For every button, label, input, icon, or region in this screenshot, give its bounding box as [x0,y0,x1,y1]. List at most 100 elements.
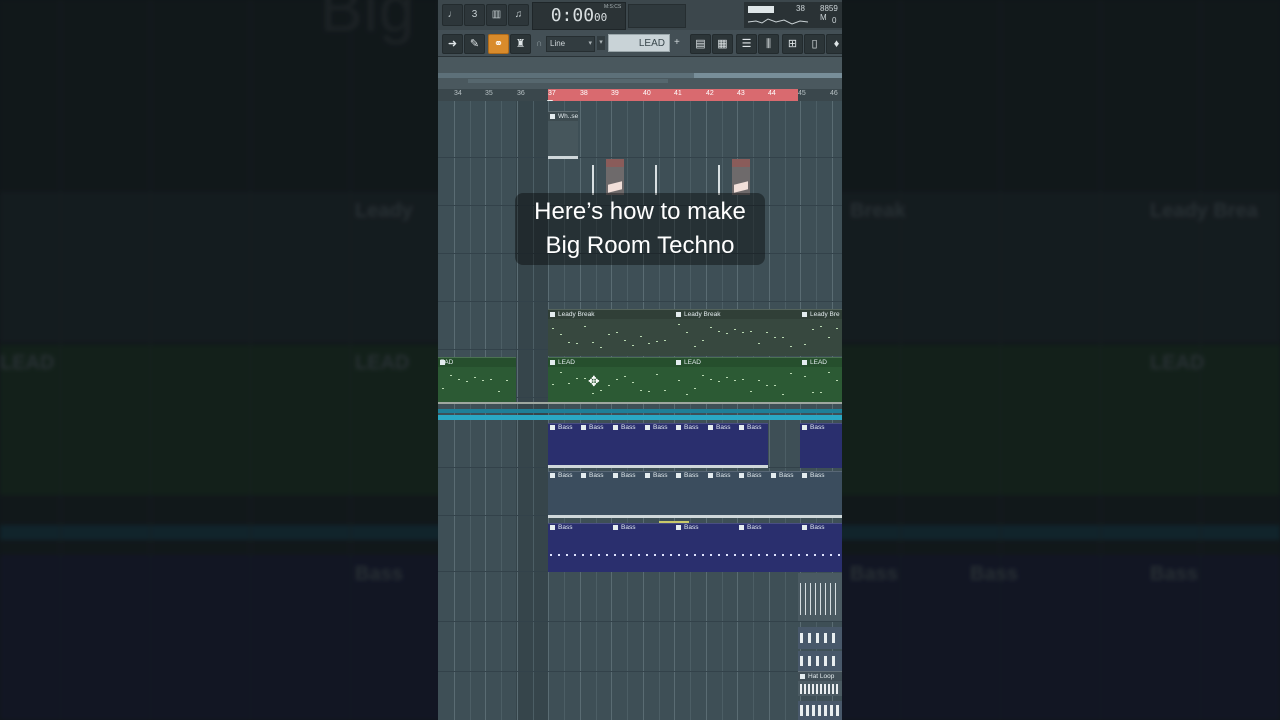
clip-lead[interactable]: LEAD [548,357,674,402]
note-mark [482,380,484,381]
automation-line [592,165,594,195]
note-mark [640,336,642,337]
note-mark [718,331,720,332]
note-mark [790,373,792,374]
bass-row2-labels: Bass Bass Bass Bass Bass Bass Bass Bass … [548,471,842,481]
clip-whitenoise[interactable]: Wh..se [548,111,578,159]
bass-row3-labels: Bass Bass Bass Bass Bass [548,523,842,533]
clip-hat-loop[interactable]: Hat Loop [798,671,842,696]
clip-snare[interactable] [798,651,842,671]
clip-cymbal[interactable] [798,573,842,621]
clip-perc[interactable] [798,701,842,720]
clip-label: Bass [706,423,736,432]
note-mark [568,383,570,384]
clip-leady-break[interactable]: Leady Break [674,309,800,356]
clip-fx[interactable] [606,159,624,195]
note-mark [624,376,626,377]
ruler-tick: 38 [580,90,588,97]
clip-label: Bass [674,471,704,480]
playlist-toolbar: ➜ ✎ ⚭ ♜ ∩ Line ▾ LEAD + ▤ ▦ ☰ ⫼ ⊞ ▯ ♦ [438,30,842,57]
note-mark [450,375,452,376]
note-mark [774,337,776,338]
add-pattern-button[interactable]: + [674,36,684,50]
clip-leady-break[interactable]: Leady Break [548,309,674,356]
note-mark [726,377,728,378]
pattern-selector[interactable]: LEAD [608,34,670,52]
clip-label: Leady Break [548,310,674,319]
clip-notes [674,320,800,356]
countdown-icon[interactable]: 3 [464,4,485,26]
clip-label: Bass [579,423,609,432]
clip-leady-break[interactable]: Leady Bre [800,309,842,356]
clip-label: Bass [548,523,578,532]
note-mark [592,342,594,343]
snap-selector[interactable]: Line [546,36,595,52]
track-separator [438,402,842,404]
clip-notes [548,368,674,402]
browser-icon[interactable]: ⊞ [782,34,803,54]
mixer-icon[interactable]: ⫼ [758,34,779,54]
playlist-icon[interactable]: ▤ [690,34,711,54]
step-edit-icon[interactable]: ▥ [486,4,507,26]
clip-lead[interactable]: LEAD [800,357,842,402]
playlist-overview[interactable] [438,57,842,89]
draw-tool-icon[interactable]: ✎ [464,34,485,54]
note-mark [718,381,720,382]
channel-rack-icon[interactable]: ☰ [736,34,757,54]
clip-fx[interactable] [732,159,750,195]
note-mark [774,385,776,386]
note-mark [686,332,688,333]
note-mark [820,392,822,393]
project-icon[interactable]: ▯ [804,34,825,54]
note-mark [750,391,752,392]
note-mark [608,334,610,335]
note-mark [828,372,830,373]
pattern-dropdown-icon[interactable]: ▾ [597,36,605,50]
note-mark [804,344,806,345]
plugin-icon[interactable]: ♦ [826,34,842,54]
ruler-tick: 36 [517,90,525,97]
metronome-icon[interactable]: ♩ [442,4,463,26]
stamp-icon[interactable]: ♜ [510,34,531,54]
clip-label: Bass [643,423,673,432]
clip-lead[interactable]: LEAD [674,357,800,402]
note-mark [702,375,704,376]
note-mark [490,379,492,380]
fl-studio-window: ♩ 3 ▥ ♫ 0:0000 M:S:CS 38 8859 M 0 ➜ ✎ ⚭ … [438,0,842,720]
note-mark [664,340,666,341]
link-icon[interactable]: ⚭ [488,34,509,54]
note-mark [560,372,562,373]
note-mark [766,385,768,386]
arrow-icon[interactable]: ➜ [442,34,463,54]
clip-label: LEAD [800,358,842,367]
note-mark [474,377,476,378]
move-cursor-icon: ✥ [588,373,600,389]
clip-label: Bass [737,423,767,432]
note-mark [632,345,634,346]
note-mark [812,329,814,330]
note-mark [616,332,618,333]
note-mark [648,391,650,392]
clip-label: Bass [706,471,736,480]
note-mark [758,380,760,381]
video-caption: Here’s how to make Big Room Techno [515,193,765,265]
clip-lead[interactable]: EAD [438,357,516,402]
clip-label: Bass [548,471,578,480]
ruler-tick: 41 [674,90,682,97]
memory-value: 8859 M [820,4,838,22]
clip-label: EAD [438,358,516,367]
note-mark [812,392,814,393]
automation-line [718,165,720,195]
note-mark [804,376,806,377]
screen: Big Ro hno Leady Break Leady Brea LEAD L… [0,0,1280,720]
clip-kick[interactable] [798,627,842,649]
clip-label: Bass [737,523,767,532]
note-mark [498,391,500,392]
piano-roll-icon[interactable]: ▦ [712,34,733,54]
note-mark [600,390,602,391]
ruler-tick: 46 [830,90,838,97]
loop-region[interactable]: 37 38 39 40 41 42 43 44 [548,89,798,101]
clip-label: Bass [769,471,799,480]
blend-notes-icon[interactable]: ♫ [508,4,529,26]
note-mark [694,388,696,389]
